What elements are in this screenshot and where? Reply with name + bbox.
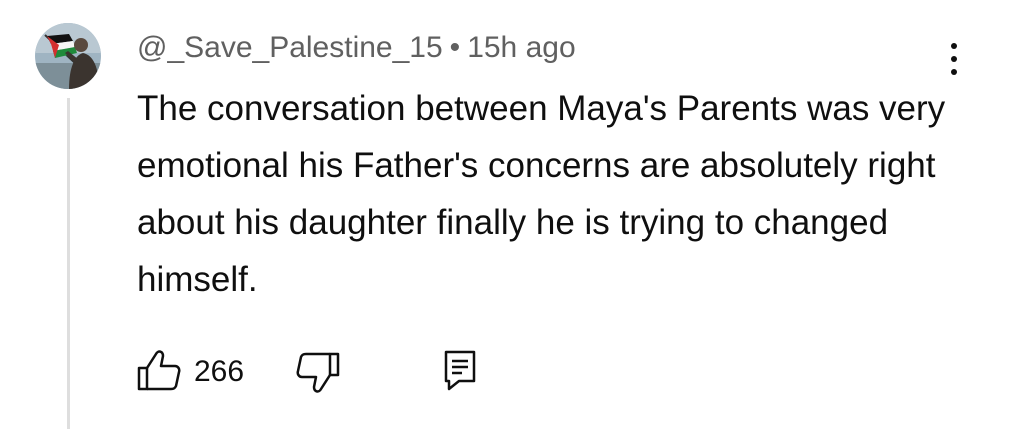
comment-thread-line [67,98,70,429]
reply-comment-icon [440,344,480,400]
comment-text: The conversation between Maya's Parents … [137,89,946,299]
thumbs-down-icon [295,344,341,400]
author-handle[interactable]: @_Save_Palestine_15 [137,31,443,64]
comment-timestamp[interactable]: 15h ago [467,31,575,64]
thumbs-up-icon [136,344,182,400]
author-avatar[interactable] [35,23,101,89]
comment-header: @_Save_Palestine_15 • 15h ago [137,28,576,68]
dislike-button[interactable] [295,344,341,400]
more-options-button[interactable] [942,38,966,80]
reply-button[interactable] [440,344,480,400]
like-count: 266 [194,355,245,388]
header-separator: • [449,31,461,64]
like-button[interactable] [136,344,182,400]
